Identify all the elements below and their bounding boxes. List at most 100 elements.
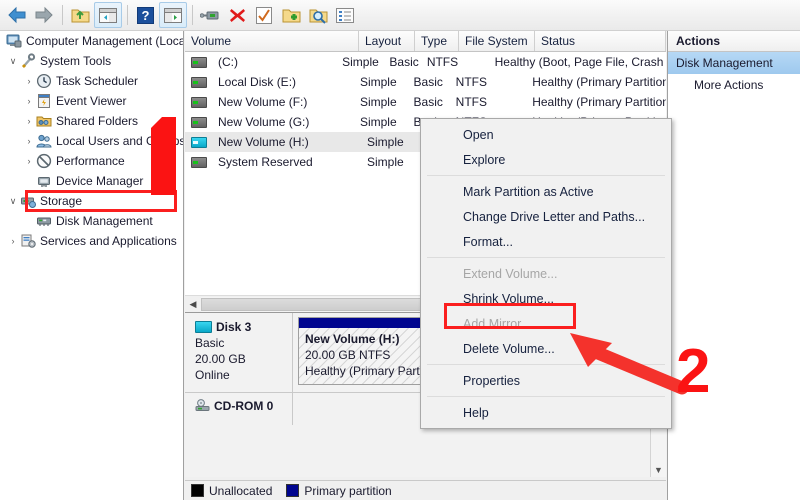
expander-icon[interactable]: ›: [22, 154, 36, 168]
legend-label: Unallocated: [209, 484, 272, 498]
volume-drive-icon: [191, 57, 207, 68]
cdrom-info-panel[interactable]: CD-ROM 0: [185, 393, 293, 425]
column-header-type[interactable]: Type: [415, 31, 459, 51]
local-users-icon: [36, 133, 52, 149]
back-arrow-icon[interactable]: [4, 3, 30, 27]
volume-context-menu: OpenExplore Mark Partition as ActiveChang…: [420, 118, 672, 429]
volume-row[interactable]: (C:)SimpleBasicNTFSHealthy (Boot, Page F…: [185, 52, 666, 72]
expander-spacer: [22, 174, 36, 188]
context-menu-item-delete-volume[interactable]: Delete Volume...: [421, 336, 671, 361]
up-folder-icon[interactable]: [67, 3, 93, 27]
scroll-left-icon[interactable]: ◀: [185, 297, 201, 312]
help-icon[interactable]: ?: [132, 3, 158, 27]
tree-item-system-tools[interactable]: ∨ System Tools: [0, 51, 183, 71]
volume-cell-volume: Local Disk (E:): [212, 75, 354, 89]
cdrom-icon: [195, 399, 210, 411]
partition-legend: Unallocated Primary partition: [185, 480, 666, 500]
tree-item-label: Task Scheduler: [56, 74, 138, 88]
tree-item-services-and-applications[interactable]: › Services and Applications: [0, 231, 183, 251]
tree-item-device-manager[interactable]: Device Manager: [0, 171, 183, 191]
event-viewer-icon: [36, 93, 52, 109]
forward-arrow-icon[interactable]: [31, 3, 57, 27]
volume-cell-type: Basic: [383, 55, 420, 69]
volume-cell-volume: System Reserved: [212, 155, 361, 169]
toolbar: ?: [0, 0, 800, 31]
volume-cell-layout: Simple: [361, 155, 417, 169]
volume-cell-status: Healthy (Primary Partition): [522, 95, 666, 109]
volume-cell-volume: (C:): [212, 55, 336, 69]
tree-item-storage[interactable]: ∨ Storage: [0, 191, 183, 211]
tree-item-performance[interactable]: ›Performance: [0, 151, 183, 171]
context-menu-item-shrink-volume[interactable]: Shrink Volume...: [421, 286, 671, 311]
tree-item-local-users-and-groups[interactable]: ›Local Users and Groups: [0, 131, 183, 151]
expander-icon[interactable]: ›: [22, 74, 36, 88]
context-menu-item-mark-partition-as-active[interactable]: Mark Partition as Active: [421, 179, 671, 204]
disk-icon: [195, 321, 212, 333]
device-manager-icon: [36, 173, 52, 189]
expander-icon[interactable]: ∨: [6, 194, 20, 208]
tree-item-task-scheduler[interactable]: › Task Scheduler: [0, 71, 183, 91]
add-folder-icon[interactable]: [278, 3, 304, 27]
column-header-file-system[interactable]: File System: [459, 31, 535, 51]
context-menu-item-open[interactable]: Open: [421, 122, 671, 147]
drive-icon[interactable]: [197, 3, 223, 27]
volume-drive-icon: [191, 157, 207, 168]
tree-item-label: Disk Management: [56, 214, 153, 228]
properties-icon[interactable]: [332, 3, 358, 27]
actions-header: Actions: [668, 31, 800, 52]
tree-item-shared-folders[interactable]: › Shared Folders: [0, 111, 183, 131]
volume-row[interactable]: Local Disk (E:)SimpleBasicNTFSHealthy (P…: [185, 72, 666, 92]
context-menu-item-properties[interactable]: Properties: [421, 368, 671, 393]
toolbar-separator-3: [192, 5, 193, 25]
context-menu-item-extend-volume: Extend Volume...: [421, 261, 671, 286]
expander-icon[interactable]: ›: [22, 134, 36, 148]
tree-item-event-viewer[interactable]: ›Event Viewer: [0, 91, 183, 111]
tree-root-label: Computer Management (Local: [26, 34, 184, 48]
volume-cell-layout: Simple: [354, 115, 408, 129]
context-menu-item-explore[interactable]: Explore: [421, 147, 671, 172]
disk-info-panel[interactable]: Disk 3 Basic 20.00 GB Online: [185, 313, 293, 392]
column-header-layout[interactable]: Layout: [359, 31, 415, 51]
tree-item-label: Storage: [40, 194, 82, 208]
disk-size: 20.00 GB: [195, 351, 292, 367]
expander-icon[interactable]: ∨: [6, 54, 20, 68]
action-item-more-actions[interactable]: More Actions: [668, 74, 800, 96]
expander-icon[interactable]: ›: [22, 94, 36, 108]
delete-icon[interactable]: [224, 3, 250, 27]
tree-item-label: Shared Folders: [56, 114, 138, 128]
actions-pane: Actions Disk ManagementMore Actions: [667, 31, 800, 500]
context-menu-separator: [427, 364, 665, 365]
context-menu-item-format[interactable]: Format...: [421, 229, 671, 254]
legend-item: Unallocated: [191, 484, 272, 498]
column-header-volume[interactable]: Volume: [185, 31, 359, 51]
legend-swatch: [191, 484, 204, 497]
show-hide-action-pane-icon[interactable]: [159, 2, 187, 28]
volume-row[interactable]: New Volume (F:)SimpleBasicNTFSHealthy (P…: [185, 92, 666, 112]
context-menu-item-change-drive-letter-and-paths[interactable]: Change Drive Letter and Paths...: [421, 204, 671, 229]
show-hide-console-tree-icon[interactable]: [94, 2, 122, 28]
tree-item-label: System Tools: [40, 54, 111, 68]
volume-cell-layout: Simple: [361, 135, 417, 149]
tree-item-disk-management[interactable]: Disk Management: [0, 211, 183, 231]
volume-cell-volume: New Volume (H:): [212, 135, 361, 149]
context-menu-item-help[interactable]: Help: [421, 400, 671, 425]
toolbar-separator-2: [127, 5, 128, 25]
tree-root-item[interactable]: Computer Management (Local: [0, 31, 183, 51]
expander-icon[interactable]: ›: [22, 114, 36, 128]
cdrom-name: CD-ROM 0: [214, 399, 273, 413]
volume-cell-fs: NTFS: [450, 75, 523, 89]
legend-label: Primary partition: [304, 484, 391, 498]
tree-item-list: ∨ System Tools › Task Scheduler ›Event Viewe…: [0, 51, 183, 251]
search-folder-icon[interactable]: [305, 3, 331, 27]
column-header-status[interactable]: Status: [535, 31, 666, 51]
tree-item-label: Services and Applications: [40, 234, 177, 248]
expander-icon[interactable]: ›: [6, 234, 20, 248]
scroll-down-icon[interactable]: ▼: [651, 462, 666, 477]
action-item-disk-management[interactable]: Disk Management: [668, 52, 800, 74]
volume-cell-fs: NTFS: [421, 55, 485, 69]
context-menu-separator: [427, 175, 665, 176]
volume-cell-fs: NTFS: [450, 95, 523, 109]
checkbox-icon[interactable]: [251, 3, 277, 27]
computer-management-icon: [6, 33, 22, 49]
volume-drive-icon: [191, 117, 207, 128]
